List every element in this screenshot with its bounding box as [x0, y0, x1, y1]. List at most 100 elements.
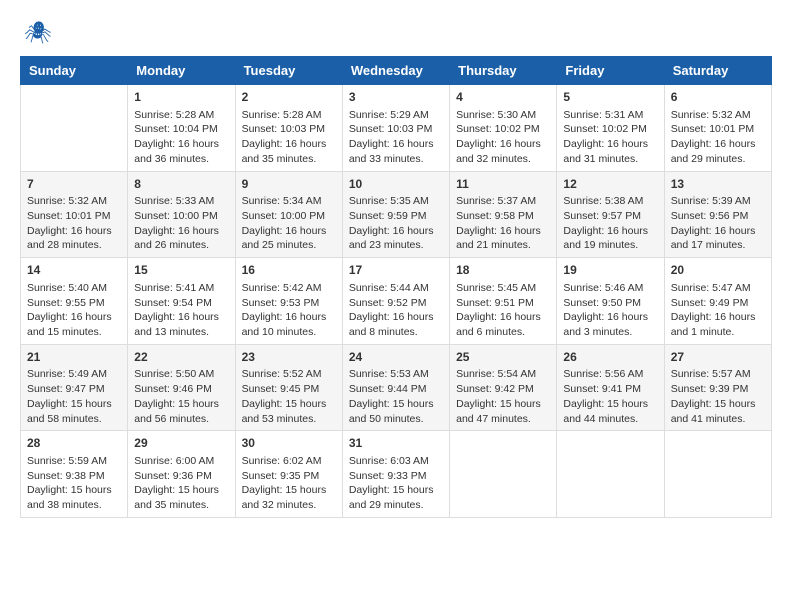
week-row-3: 14 Sunrise: 5:40 AM Sunset: 9:55 PM Dayli…: [21, 258, 772, 345]
cell-content: Sunrise: 5:35 AM Sunset: 9:59 PM Dayligh…: [349, 194, 443, 253]
day-number: 26: [563, 349, 657, 366]
calendar-cell: 2Sunrise: 5:28 AM Sunset: 10:03 PM Dayli…: [235, 85, 342, 172]
calendar-cell: 24Sunrise: 5:53 AM Sunset: 9:44 PM Dayli…: [342, 344, 449, 431]
week-row-5: 28Sunrise: 5:59 AM Sunset: 9:38 PM Dayli…: [21, 431, 772, 518]
cell-content: Sunrise: 5:54 AM Sunset: 9:42 PM Dayligh…: [456, 367, 550, 426]
cell-content: Sunrise: 5:47 AM Sunset: 9:49 PM Dayligh…: [671, 281, 765, 340]
cell-content: Sunrise: 5:53 AM Sunset: 9:44 PM Dayligh…: [349, 367, 443, 426]
cell-content: Sunrise: 5:38 AM Sunset: 9:57 PM Dayligh…: [563, 194, 657, 253]
cell-content: Sunrise: 5:32 AM Sunset: 10:01 PM Daylig…: [671, 108, 765, 167]
cell-content: Sunrise: 5:40 AM Sunset: 9:55 PM Dayligh…: [27, 281, 121, 340]
day-number: 17: [349, 262, 443, 279]
day-number: 18: [456, 262, 550, 279]
cell-content: Sunrise: 5:41 AM Sunset: 9:54 PM Dayligh…: [134, 281, 228, 340]
calendar-cell: 19 Sunrise: 5:46 AM Sunset: 9:50 PM Dayli…: [557, 258, 664, 345]
day-number: 22: [134, 349, 228, 366]
calendar-cell: 1 Sunrise: 5:28 AM Sunset: 10:04 PM Dayli…: [128, 85, 235, 172]
column-header-sunday: Sunday: [21, 57, 128, 85]
cell-content: Sunrise: 5:45 AM Sunset: 9:51 PM Dayligh…: [456, 281, 550, 340]
day-number: 20: [671, 262, 765, 279]
day-number: 11: [456, 176, 550, 193]
day-number: 29: [134, 435, 228, 452]
calendar-cell: 22Sunrise: 5:50 AM Sunset: 9:46 PM Dayli…: [128, 344, 235, 431]
cell-content: Sunrise: 5:29 AM Sunset: 10:03 PM Daylig…: [349, 108, 443, 167]
calendar-cell: 9Sunrise: 5:34 AM Sunset: 10:00 PM Dayli…: [235, 171, 342, 258]
day-number: 12: [563, 176, 657, 193]
day-number: 31: [349, 435, 443, 452]
calendar-cell: 25Sunrise: 5:54 AM Sunset: 9:42 PM Dayli…: [450, 344, 557, 431]
week-row-1: 1 Sunrise: 5:28 AM Sunset: 10:04 PM Dayli…: [21, 85, 772, 172]
column-header-tuesday: Tuesday: [235, 57, 342, 85]
calendar-cell: 15 Sunrise: 5:41 AM Sunset: 9:54 PM Dayli…: [128, 258, 235, 345]
day-number: 23: [242, 349, 336, 366]
calendar-cell: 10Sunrise: 5:35 AM Sunset: 9:59 PM Dayli…: [342, 171, 449, 258]
cell-content: Sunrise: 5:31 AM Sunset: 10:02 PM Daylig…: [563, 108, 657, 167]
day-number: 21: [27, 349, 121, 366]
day-number: 1: [134, 89, 228, 106]
calendar-cell: 20 Sunrise: 5:47 AM Sunset: 9:49 PM Dayli…: [664, 258, 771, 345]
day-number: 7: [27, 176, 121, 193]
cell-content: Sunrise: 5:57 AM Sunset: 9:39 PM Dayligh…: [671, 367, 765, 426]
day-number: 6: [671, 89, 765, 106]
calendar-cell: [21, 85, 128, 172]
day-number: 8: [134, 176, 228, 193]
day-number: 24: [349, 349, 443, 366]
cell-content: Sunrise: 5:49 AM Sunset: 9:47 PM Dayligh…: [27, 367, 121, 426]
cell-content: Sunrise: 5:56 AM Sunset: 9:41 PM Dayligh…: [563, 367, 657, 426]
calendar-cell: 17 Sunrise: 5:44 AM Sunset: 9:52 PM Dayli…: [342, 258, 449, 345]
day-number: 28: [27, 435, 121, 452]
cell-content: Sunrise: 5:50 AM Sunset: 9:46 PM Dayligh…: [134, 367, 228, 426]
day-number: 16: [242, 262, 336, 279]
calendar-cell: 27Sunrise: 5:57 AM Sunset: 9:39 PM Dayli…: [664, 344, 771, 431]
cell-content: Sunrise: 6:02 AM Sunset: 9:35 PM Dayligh…: [242, 454, 336, 513]
cell-content: Sunrise: 5:30 AM Sunset: 10:02 PM Daylig…: [456, 108, 550, 167]
calendar-cell: 29 Sunrise: 6:00 AM Sunset: 9:36 PM Dayli…: [128, 431, 235, 518]
column-header-friday: Friday: [557, 57, 664, 85]
day-number: 13: [671, 176, 765, 193]
day-number: 14: [27, 262, 121, 279]
cell-content: Sunrise: 5:44 AM Sunset: 9:52 PM Dayligh…: [349, 281, 443, 340]
cell-content: Sunrise: 5:33 AM Sunset: 10:00 PM Daylig…: [134, 194, 228, 253]
cell-content: Sunrise: 5:39 AM Sunset: 9:56 PM Dayligh…: [671, 194, 765, 253]
calendar-cell: [557, 431, 664, 518]
cell-content: Sunrise: 5:32 AM Sunset: 10:01 PM Daylig…: [27, 194, 121, 253]
logo: 🕷: [20, 20, 52, 46]
calendar-cell: [450, 431, 557, 518]
cell-content: Sunrise: 6:03 AM Sunset: 9:33 PM Dayligh…: [349, 454, 443, 513]
cell-content: Sunrise: 5:28 AM Sunset: 10:04 PM Daylig…: [134, 108, 228, 167]
cell-content: Sunrise: 5:37 AM Sunset: 9:58 PM Dayligh…: [456, 194, 550, 253]
calendar-cell: 26Sunrise: 5:56 AM Sunset: 9:41 PM Dayli…: [557, 344, 664, 431]
cell-content: Sunrise: 5:46 AM Sunset: 9:50 PM Dayligh…: [563, 281, 657, 340]
week-row-2: 7Sunrise: 5:32 AM Sunset: 10:01 PM Dayli…: [21, 171, 772, 258]
calendar-cell: 6 Sunrise: 5:32 AM Sunset: 10:01 PM Dayli…: [664, 85, 771, 172]
day-number: 10: [349, 176, 443, 193]
column-header-monday: Monday: [128, 57, 235, 85]
calendar-cell: 4 Sunrise: 5:30 AM Sunset: 10:02 PM Dayli…: [450, 85, 557, 172]
day-number: 4: [456, 89, 550, 106]
calendar-cell: 28Sunrise: 5:59 AM Sunset: 9:38 PM Dayli…: [21, 431, 128, 518]
cell-content: Sunrise: 5:52 AM Sunset: 9:45 PM Dayligh…: [242, 367, 336, 426]
calendar-cell: 12Sunrise: 5:38 AM Sunset: 9:57 PM Dayli…: [557, 171, 664, 258]
calendar-cell: 21Sunrise: 5:49 AM Sunset: 9:47 PM Dayli…: [21, 344, 128, 431]
calendar-cell: 18 Sunrise: 5:45 AM Sunset: 9:51 PM Dayli…: [450, 258, 557, 345]
calendar-table: SundayMondayTuesdayWednesdayThursdayFrid…: [20, 56, 772, 518]
calendar-cell: 30 Sunrise: 6:02 AM Sunset: 9:35 PM Dayli…: [235, 431, 342, 518]
column-header-wednesday: Wednesday: [342, 57, 449, 85]
day-number: 27: [671, 349, 765, 366]
calendar-cell: 5Sunrise: 5:31 AM Sunset: 10:02 PM Dayli…: [557, 85, 664, 172]
calendar-cell: 3 Sunrise: 5:29 AM Sunset: 10:03 PM Dayli…: [342, 85, 449, 172]
day-number: 3: [349, 89, 443, 106]
day-number: 19: [563, 262, 657, 279]
calendar-cell: 11Sunrise: 5:37 AM Sunset: 9:58 PM Dayli…: [450, 171, 557, 258]
cell-content: Sunrise: 6:00 AM Sunset: 9:36 PM Dayligh…: [134, 454, 228, 513]
page-header: 🕷: [20, 20, 772, 46]
calendar-cell: 23Sunrise: 5:52 AM Sunset: 9:45 PM Dayli…: [235, 344, 342, 431]
day-number: 9: [242, 176, 336, 193]
calendar-cell: 8Sunrise: 5:33 AM Sunset: 10:00 PM Dayli…: [128, 171, 235, 258]
day-number: 25: [456, 349, 550, 366]
calendar-cell: 14 Sunrise: 5:40 AM Sunset: 9:55 PM Dayli…: [21, 258, 128, 345]
day-number: 30: [242, 435, 336, 452]
calendar-cell: 13Sunrise: 5:39 AM Sunset: 9:56 PM Dayli…: [664, 171, 771, 258]
column-header-saturday: Saturday: [664, 57, 771, 85]
day-number: 15: [134, 262, 228, 279]
